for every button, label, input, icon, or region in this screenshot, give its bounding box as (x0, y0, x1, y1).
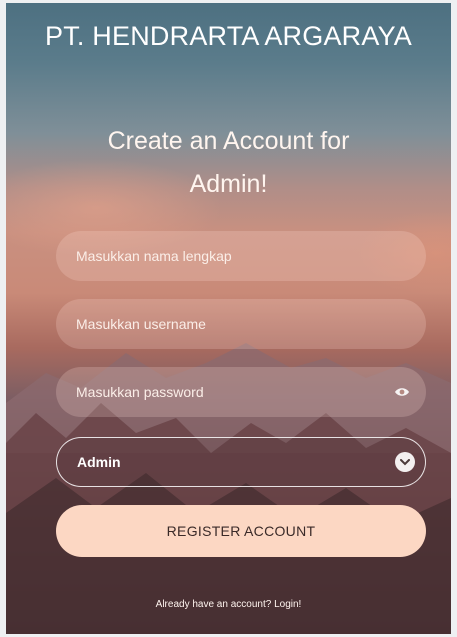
heading-line-1: Create an Account for (107, 127, 350, 155)
role-select[interactable]: Admin (56, 437, 426, 487)
heading-line-2: Admin! (189, 170, 268, 198)
company-name: PT. HENDRARTA ARGARAYA (45, 21, 412, 51)
password-input[interactable] (74, 383, 408, 401)
page-heading: Create an Account for Admin! (6, 120, 451, 206)
username-field[interactable] (56, 299, 426, 349)
register-button[interactable]: REGISTER ACCOUNT (56, 505, 426, 557)
role-selected-value: Admin (77, 454, 121, 470)
eye-icon[interactable] (394, 385, 410, 399)
chevron-down-icon[interactable] (395, 452, 415, 472)
password-field[interactable] (56, 367, 426, 417)
username-input[interactable] (74, 315, 408, 333)
login-link[interactable]: Already have an account? Login! (6, 599, 451, 610)
fullname-input[interactable] (74, 247, 408, 265)
register-page: PT. HENDRARTA ARGARAYA Create an Account… (6, 3, 451, 634)
fullname-field[interactable] (56, 231, 426, 281)
